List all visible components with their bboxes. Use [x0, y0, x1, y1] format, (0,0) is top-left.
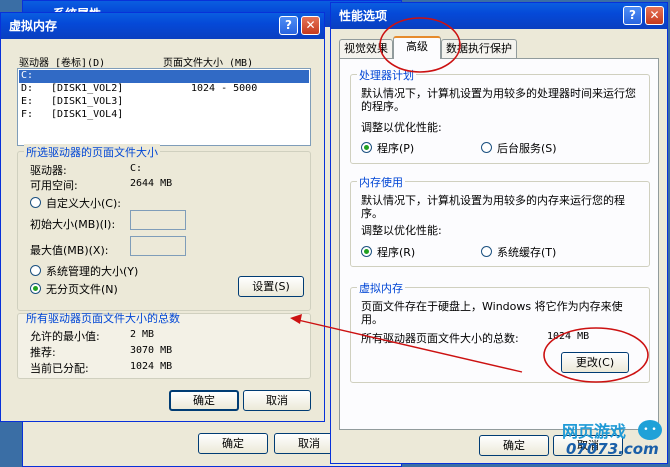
total-paging-group-title: 所有驱动器页面文件大小的总数 — [26, 312, 180, 325]
drive-letter: D: — [21, 83, 34, 94]
drive-label: [DISK1_VOL2] — [51, 83, 124, 94]
virtual-memory-description: 页面文件存在于硬盘上，Windows 将它作为内存来使用。 — [361, 300, 623, 326]
custom-size-label[interactable]: 自定义大小(C): — [46, 195, 121, 211]
performance-options-dialog: 性能选项 ? ✕ 视觉效果 高级 数据执行保护 处理器计划 默认情况下，计算机设… — [330, 2, 668, 464]
free-space-label: 可用空间: — [30, 179, 78, 192]
memory-usage-group: 内存使用 默认情况下，计算机设置为用较多的内存来运行您的程序。 调整以优化性能:… — [350, 174, 650, 267]
watermark-mascot-icon: • • — [638, 420, 662, 440]
processor-adjust-label: 调整以优化性能: — [361, 121, 442, 134]
virtual-memory-cancel-button[interactable]: 取消 — [243, 390, 311, 411]
selected-drive-group: 所选驱动器的页面文件大小 驱动器: C: 可用空间: 2644 MB 自定义大小… — [17, 144, 311, 311]
memory-adjust-label: 调整以优化性能: — [361, 224, 442, 237]
virtual-memory-help-button[interactable]: ? — [279, 16, 298, 35]
drive-row-f[interactable]: F: [DISK1_VOL4] — [19, 109, 309, 122]
drive-label: [DISK1_VOL3] — [51, 96, 124, 107]
recommended-label: 推荐: — [30, 346, 56, 359]
selected-drive-group-title: 所选驱动器的页面文件大小 — [24, 144, 160, 160]
drive-letter: E: — [21, 96, 34, 107]
virtual-memory-close-button[interactable]: ✕ — [301, 16, 320, 35]
min-allowed-label: 允许的最小值: — [30, 330, 100, 343]
initial-size-input[interactable] — [130, 210, 186, 230]
virtual-total-value: 1024 MB — [547, 331, 590, 342]
recommended-value: 3070 MB — [130, 345, 173, 356]
virtual-memory-titlebar: 虚拟内存 — [1, 13, 324, 39]
virtual-memory-group: 虚拟内存 页面文件存在于硬盘上，Windows 将它作为内存来使用。 所有驱动器… — [350, 280, 650, 383]
memory-usage-title: 内存使用 — [357, 174, 405, 190]
performance-options-help-button[interactable]: ? — [623, 6, 642, 25]
tab-panel: 处理器计划 默认情况下，计算机设置为用较多的处理器时间来运行您的程序。 调整以优… — [339, 58, 659, 430]
drive-value: C: — [130, 163, 143, 174]
drive-column-header: 驱动器 [卷标](D) — [19, 58, 106, 69]
processor-background-label[interactable]: 后台服务(S) — [497, 140, 557, 156]
drive-row-e[interactable]: E: [DISK1_VOL3] — [19, 96, 309, 109]
watermark-site: 07073.com — [566, 440, 659, 458]
set-button[interactable]: 设置(S) — [238, 276, 304, 297]
virtual-total-label: 所有驱动器页面文件大小的总数: — [361, 332, 519, 345]
watermark: 网页游戏 07073.com • • — [562, 418, 668, 464]
tab-visual-effects[interactable]: 视觉效果 — [339, 39, 393, 58]
virtual-memory-group-title: 虚拟内存 — [357, 280, 405, 296]
no-paging-file-label[interactable]: 无分页文件(N) — [46, 281, 118, 297]
system-properties-ok-button[interactable]: 确定 — [198, 433, 268, 454]
drive-list[interactable]: C: D: [DISK1_VOL2] 1024 - 5000 E: [DISK1… — [17, 68, 311, 146]
drive-size: 1024 - 5000 — [191, 83, 258, 94]
currently-allocated-label: 当前已分配: — [30, 362, 89, 375]
drive-label-text: 驱动器: — [30, 164, 67, 177]
memory-programs-radio[interactable] — [361, 246, 372, 257]
max-size-input[interactable] — [130, 236, 186, 256]
no-paging-file-radio[interactable] — [30, 283, 41, 294]
max-size-label: 最大值(MB)(X): — [30, 244, 109, 257]
system-managed-radio[interactable] — [30, 265, 41, 276]
performance-options-titlebar: 性能选项 — [331, 3, 667, 29]
processor-description: 默认情况下，计算机设置为用较多的处理器时间来运行您的程序。 — [361, 87, 636, 113]
system-managed-label[interactable]: 系统管理的大小(Y) — [46, 263, 138, 279]
performance-options-ok-button[interactable]: 确定 — [479, 435, 549, 456]
size-column-header: 页面文件大小 (MB) — [163, 58, 254, 69]
processor-programs-label[interactable]: 程序(P) — [377, 140, 414, 156]
currently-allocated-value: 1024 MB — [130, 361, 173, 372]
processor-scheduling-group: 处理器计划 默认情况下，计算机设置为用较多的处理器时间来运行您的程序。 调整以优… — [350, 67, 650, 164]
drive-label: [DISK1_VOL4] — [51, 109, 124, 120]
initial-size-label: 初始大小(MB)(I): — [30, 218, 116, 231]
free-space-value: 2644 MB — [130, 178, 173, 189]
virtual-memory-dialog: 虚拟内存 ? ✕ 驱动器 [卷标](D) 页面文件大小 (MB) C: D: [… — [0, 12, 325, 422]
processor-programs-radio[interactable] — [361, 142, 372, 153]
drive-row-c[interactable]: C: — [19, 70, 309, 83]
processor-scheduling-title: 处理器计划 — [357, 67, 416, 83]
memory-system-cache-label[interactable]: 系统缓存(T) — [497, 244, 556, 260]
performance-options-close-button[interactable]: ✕ — [645, 6, 664, 25]
memory-programs-label[interactable]: 程序(R) — [377, 244, 415, 260]
processor-background-radio[interactable] — [481, 142, 492, 153]
memory-description: 默认情况下，计算机设置为用较多的内存来运行您的程序。 — [361, 194, 625, 220]
tab-advanced[interactable]: 高级 — [393, 36, 441, 59]
drive-row-d[interactable]: D: [DISK1_VOL2] 1024 - 5000 — [19, 83, 309, 96]
custom-size-radio[interactable] — [30, 197, 41, 208]
change-button[interactable]: 更改(C) — [561, 352, 629, 373]
drive-letter: C: — [21, 70, 34, 81]
memory-system-cache-radio[interactable] — [481, 246, 492, 257]
total-paging-group: 所有驱动器页面文件大小的总数 允许的最小值: 2 MB 推荐: 3070 MB … — [17, 312, 311, 379]
virtual-memory-ok-button[interactable]: 确定 — [169, 390, 239, 411]
drive-letter: F: — [21, 109, 34, 120]
watermark-text: 网页游戏 — [562, 422, 627, 441]
min-allowed-value: 2 MB — [130, 329, 155, 340]
tab-data-execution-prevention[interactable]: 数据执行保护 — [441, 39, 517, 58]
